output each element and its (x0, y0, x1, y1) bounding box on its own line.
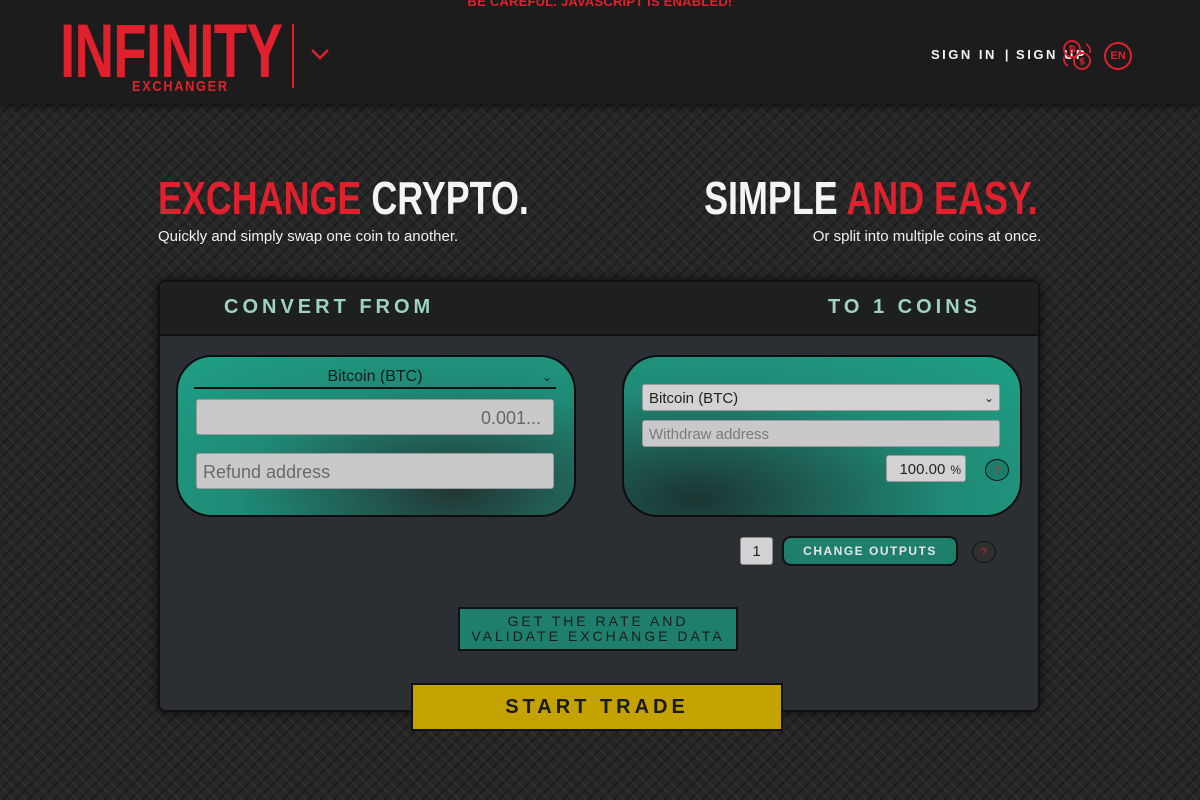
validate-line-2: VALIDATE EXCHANGE DATA (471, 628, 725, 644)
svg-text:$: $ (1079, 58, 1085, 68)
javascript-warning: BE CAREFUL. JAVASCRIPT IS ENABLED! (467, 0, 733, 9)
percent-input[interactable]: 100.00% (886, 455, 966, 482)
hero-left-title: EXCHANGE CRYPTO. (158, 172, 529, 224)
hero-right: SIMPLE AND EASY. Or split into multiple … (610, 172, 1041, 245)
from-coin-select[interactable]: Bitcoin (BTC) ⌄ (194, 367, 556, 389)
coin-exchange-icon[interactable]: ₿ $ (1060, 38, 1094, 72)
sign-in-link[interactable]: SIGN IN (931, 47, 997, 62)
hero-left: EXCHANGE CRYPTO. Quickly and simply swap… (158, 172, 633, 245)
to-card: Bitcoin (BTC) ⌄ Withdraw address 100.00%… (622, 355, 1022, 517)
to-coin-value: Bitcoin (BTC) (649, 390, 739, 407)
exchange-panel: CONVERT FROM TO 1 COINS Bitcoin (BTC) ⌄ … (158, 280, 1040, 712)
help-icon[interactable]: ? (985, 459, 1009, 481)
amount-input[interactable]: 0.001... (196, 399, 554, 435)
logo-subtitle: EXCHANGER (132, 78, 229, 95)
hero-right-title-white: SIMPLE (704, 172, 838, 224)
chevron-down-icon[interactable] (308, 44, 332, 64)
chevron-down-icon: ⌄ (983, 391, 994, 405)
percent-sign: % (950, 463, 961, 477)
start-trade-button[interactable]: START TRADE (411, 683, 783, 731)
hero-left-title-white: CRYPTO. (371, 172, 529, 224)
from-card: Bitcoin (BTC) ⌄ 0.001... Refund address (176, 355, 576, 517)
nav-separator: | (1004, 47, 1012, 62)
svg-text:₿: ₿ (1068, 45, 1075, 56)
chevron-down-icon: ⌄ (541, 370, 552, 384)
validate-line-1: GET THE RATE AND (507, 613, 689, 629)
refund-address-input[interactable]: Refund address (196, 453, 554, 489)
hero-left-title-red: EXCHANGE (158, 172, 362, 224)
validate-exchange-button[interactable]: GET THE RATE AND VALIDATE EXCHANGE DATA (458, 607, 738, 651)
site-logo[interactable]: INFINITY EXCHANGER (60, 14, 286, 98)
convert-from-heading: CONVERT FROM (224, 296, 435, 318)
hero-right-subtitle: Or split into multiple coins at once. (812, 228, 1042, 245)
panel-header: CONVERT FROM TO 1 COINS (160, 282, 1038, 336)
to-coins-heading: TO 1 COINS (828, 296, 981, 318)
outputs-count-input[interactable]: 1 (740, 537, 773, 565)
from-coin-value: Bitcoin (BTC) (327, 368, 423, 385)
help-icon[interactable]: ? (972, 541, 996, 563)
hero-left-subtitle: Quickly and simply swap one coin to anot… (158, 228, 459, 245)
withdraw-address-input[interactable]: Withdraw address (642, 420, 1000, 447)
logo-divider (292, 24, 294, 88)
to-coin-select[interactable]: Bitcoin (BTC) ⌄ (642, 384, 1000, 411)
hero-right-title: SIMPLE AND EASY. (704, 172, 1038, 224)
language-selector[interactable]: EN (1104, 42, 1132, 70)
hero-right-title-red: AND EASY. (846, 172, 1038, 224)
change-outputs-button[interactable]: CHANGE OUTPUTS (782, 536, 958, 566)
percent-value: 100.00 (899, 461, 946, 478)
site-header: BE CAREFUL. JAVASCRIPT IS ENABLED! INFIN… (0, 0, 1200, 104)
